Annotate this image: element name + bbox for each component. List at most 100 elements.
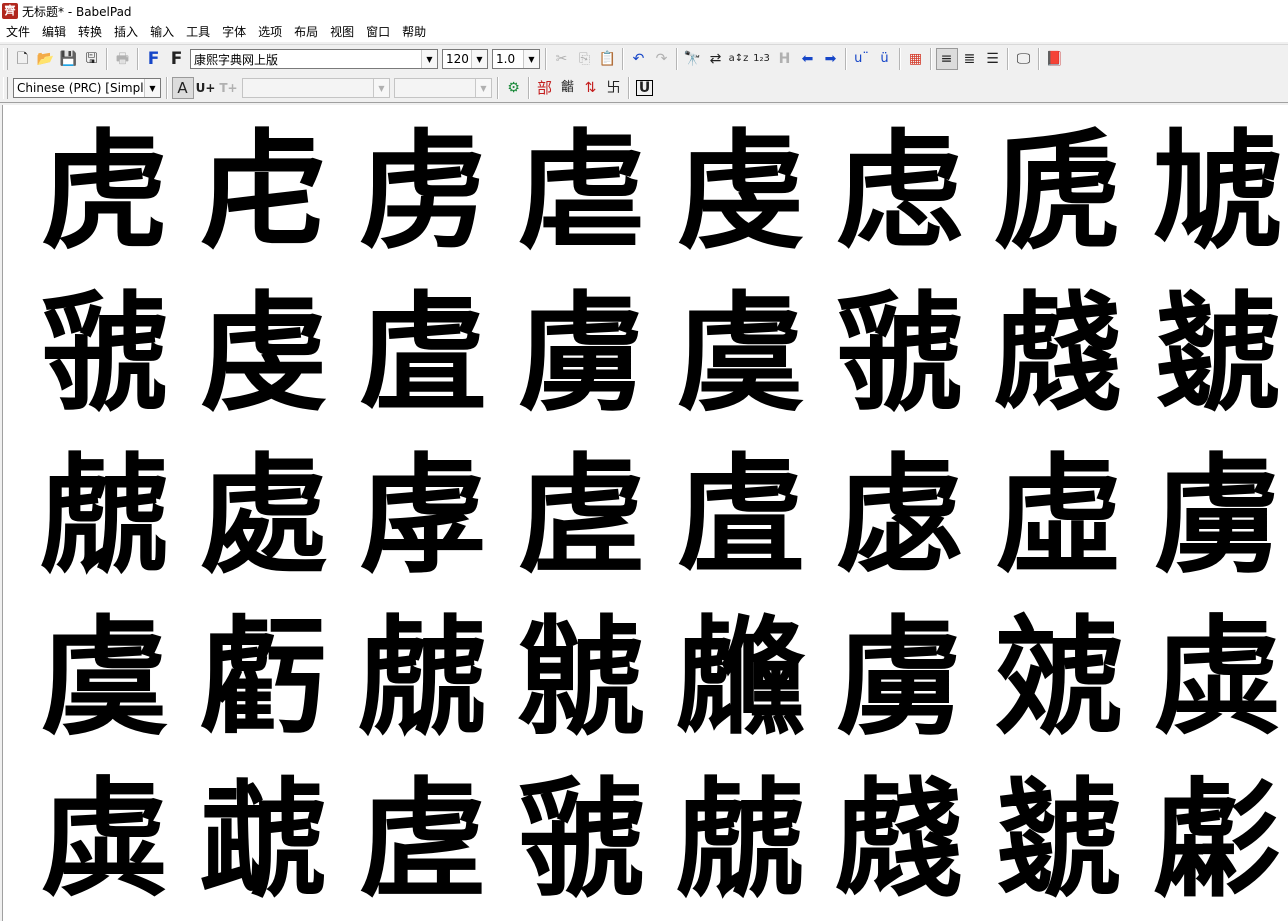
feature-select[interactable]: ▼ (394, 78, 492, 98)
glyph-char[interactable]: 虧 (184, 597, 343, 759)
glyph-char[interactable]: 虓 (1138, 111, 1288, 273)
arrows-icon[interactable]: ⇅ (580, 77, 602, 99)
arrow-right-icon[interactable]: ➡ (820, 48, 842, 70)
glyph-char[interactable]: 虤 (25, 435, 184, 597)
glyph-char[interactable]: 虏 (343, 111, 502, 273)
save-icon[interactable]: 💾 (58, 48, 80, 70)
glyph-char[interactable]: 虢 (502, 759, 661, 921)
u-diaeresis-icon[interactable]: u¨ (851, 48, 873, 70)
cut-icon[interactable]: ✂ (551, 48, 573, 70)
align-left-icon[interactable]: ≡ (935, 48, 958, 70)
glyph-char[interactable]: 虗 (502, 435, 661, 597)
glyph-char[interactable]: 虠 (979, 597, 1138, 759)
glyph-char[interactable]: 虜 (820, 597, 979, 759)
chevron-down-icon[interactable]: ▼ (144, 79, 160, 97)
menu-help[interactable]: 帮助 (396, 22, 432, 42)
glyph-char[interactable]: 虐 (502, 111, 661, 273)
font-f-button[interactable]: F (166, 48, 188, 70)
h-icon[interactable]: H (774, 48, 796, 70)
glyph-char[interactable]: 虗 (343, 759, 502, 921)
toolbar-grip[interactable] (3, 48, 8, 70)
arrow-left-icon[interactable]: ⬅ (797, 48, 819, 70)
glyph-char[interactable]: 虦 (1138, 273, 1288, 435)
document-area[interactable]: 虎虍虏虐虔虑虒虓虢虔虘虜虞虢虥虦虤處虖虗虘虙虛虜虞虧虤虩虪虜虠虡虡虣虗虢虤虥虦虨 (2, 105, 1288, 921)
glyph-char[interactable]: 虜 (1138, 435, 1288, 597)
glyph-char[interactable]: 虜 (502, 273, 661, 435)
paste-icon[interactable]: 📋 (597, 48, 619, 70)
menu-options[interactable]: 选项 (252, 22, 288, 42)
menu-convert[interactable]: 转换 (72, 22, 108, 42)
toolbar-grip[interactable] (3, 77, 8, 99)
script-select[interactable]: ▼ (242, 78, 390, 98)
number-icon[interactable]: 1₂3 (751, 48, 773, 70)
glyph-char[interactable]: 虞 (25, 597, 184, 759)
u-umlaut-icon[interactable]: ü (874, 48, 896, 70)
gear-icon[interactable]: ⚙ (503, 77, 525, 99)
menu-window[interactable]: 窗口 (360, 22, 396, 42)
chevron-down-icon[interactable]: ▼ (471, 50, 487, 68)
copy-icon[interactable]: ⎘ (574, 48, 596, 70)
radical-lookup-button[interactable]: 龤 (557, 77, 579, 99)
glyph-char[interactable]: 虤 (343, 597, 502, 759)
tplus-button[interactable]: T+ (218, 77, 240, 99)
monitor-icon[interactable]: 🖵 (1013, 48, 1035, 70)
glyph-char[interactable]: 虡 (1138, 597, 1288, 759)
new-file-icon[interactable]: 🗋 (12, 48, 34, 70)
justify-icon[interactable]: ☰ (982, 48, 1004, 70)
print-icon[interactable]: 🖶 (112, 48, 134, 70)
rl-button[interactable]: 卐 (603, 77, 625, 99)
open-folder-icon[interactable]: 📂 (35, 48, 57, 70)
align-right-icon[interactable]: ≣ (959, 48, 981, 70)
line-spacing-select[interactable]: 1.0 ▼ (492, 49, 540, 69)
menu-file[interactable]: 文件 (0, 22, 36, 42)
color-icon[interactable]: ▦ (905, 48, 927, 70)
glyph-char[interactable]: 虍 (184, 111, 343, 273)
chevron-down-icon[interactable]: ▼ (373, 79, 389, 97)
glyph-char[interactable]: 虎 (25, 111, 184, 273)
glyph-char[interactable]: 虢 (25, 273, 184, 435)
font-bold-f-button[interactable]: F (143, 48, 165, 70)
glyph-char[interactable]: 處 (184, 435, 343, 597)
find-binoculars-icon[interactable]: 🔭 (682, 48, 704, 70)
glyph-char[interactable]: 虘 (661, 435, 820, 597)
undo-icon[interactable]: ↶ (628, 48, 650, 70)
menu-insert[interactable]: 插入 (108, 22, 144, 42)
menu-tools[interactable]: 工具 (180, 22, 216, 42)
redo-icon[interactable]: ↷ (651, 48, 673, 70)
menu-layout[interactable]: 布局 (288, 22, 324, 42)
glyph-char[interactable]: 虣 (184, 759, 343, 921)
language-select[interactable]: Chinese (PRC) [Simplif ▼ (13, 78, 161, 98)
u-box-button[interactable]: U (634, 77, 656, 99)
glyph-char[interactable]: 虤 (661, 759, 820, 921)
a-button[interactable]: A (171, 77, 194, 99)
font-size-select[interactable]: 120 ▼ (442, 49, 488, 69)
save-all-icon[interactable]: 🖫 (81, 48, 103, 70)
glyph-char[interactable]: 虔 (661, 111, 820, 273)
chevron-down-icon[interactable]: ▼ (523, 50, 539, 68)
radical-button[interactable]: 部 (534, 77, 556, 99)
menu-view[interactable]: 视图 (324, 22, 360, 42)
font-name-select[interactable]: 康熙字典网上版 ▼ (190, 49, 438, 69)
glyph-char[interactable]: 虒 (979, 111, 1138, 273)
glyph-char[interactable]: 虑 (820, 111, 979, 273)
book-icon[interactable]: 📕 (1044, 48, 1066, 70)
replace-icon[interactable]: ⇄ (705, 48, 727, 70)
chevron-down-icon[interactable]: ▼ (475, 79, 491, 97)
chevron-down-icon[interactable]: ▼ (421, 50, 437, 68)
glyph-char[interactable]: 虔 (184, 273, 343, 435)
glyph-char[interactable]: 虛 (979, 435, 1138, 597)
glyph-char[interactable]: 虪 (661, 597, 820, 759)
glyph-char[interactable]: 虩 (502, 597, 661, 759)
menu-input[interactable]: 输入 (144, 22, 180, 42)
glyph-char[interactable]: 虘 (343, 273, 502, 435)
glyph-char[interactable]: 虢 (820, 273, 979, 435)
menu-font[interactable]: 字体 (216, 22, 252, 42)
sort-az-icon[interactable]: a↕z (728, 48, 750, 70)
glyph-char[interactable]: 虦 (979, 759, 1138, 921)
glyph-char[interactable]: 虙 (820, 435, 979, 597)
menu-edit[interactable]: 编辑 (36, 22, 72, 42)
glyph-char[interactable]: 虥 (820, 759, 979, 921)
glyph-char[interactable]: 虖 (343, 435, 502, 597)
glyph-char[interactable]: 虞 (661, 273, 820, 435)
glyph-char[interactable]: 虡 (25, 759, 184, 921)
